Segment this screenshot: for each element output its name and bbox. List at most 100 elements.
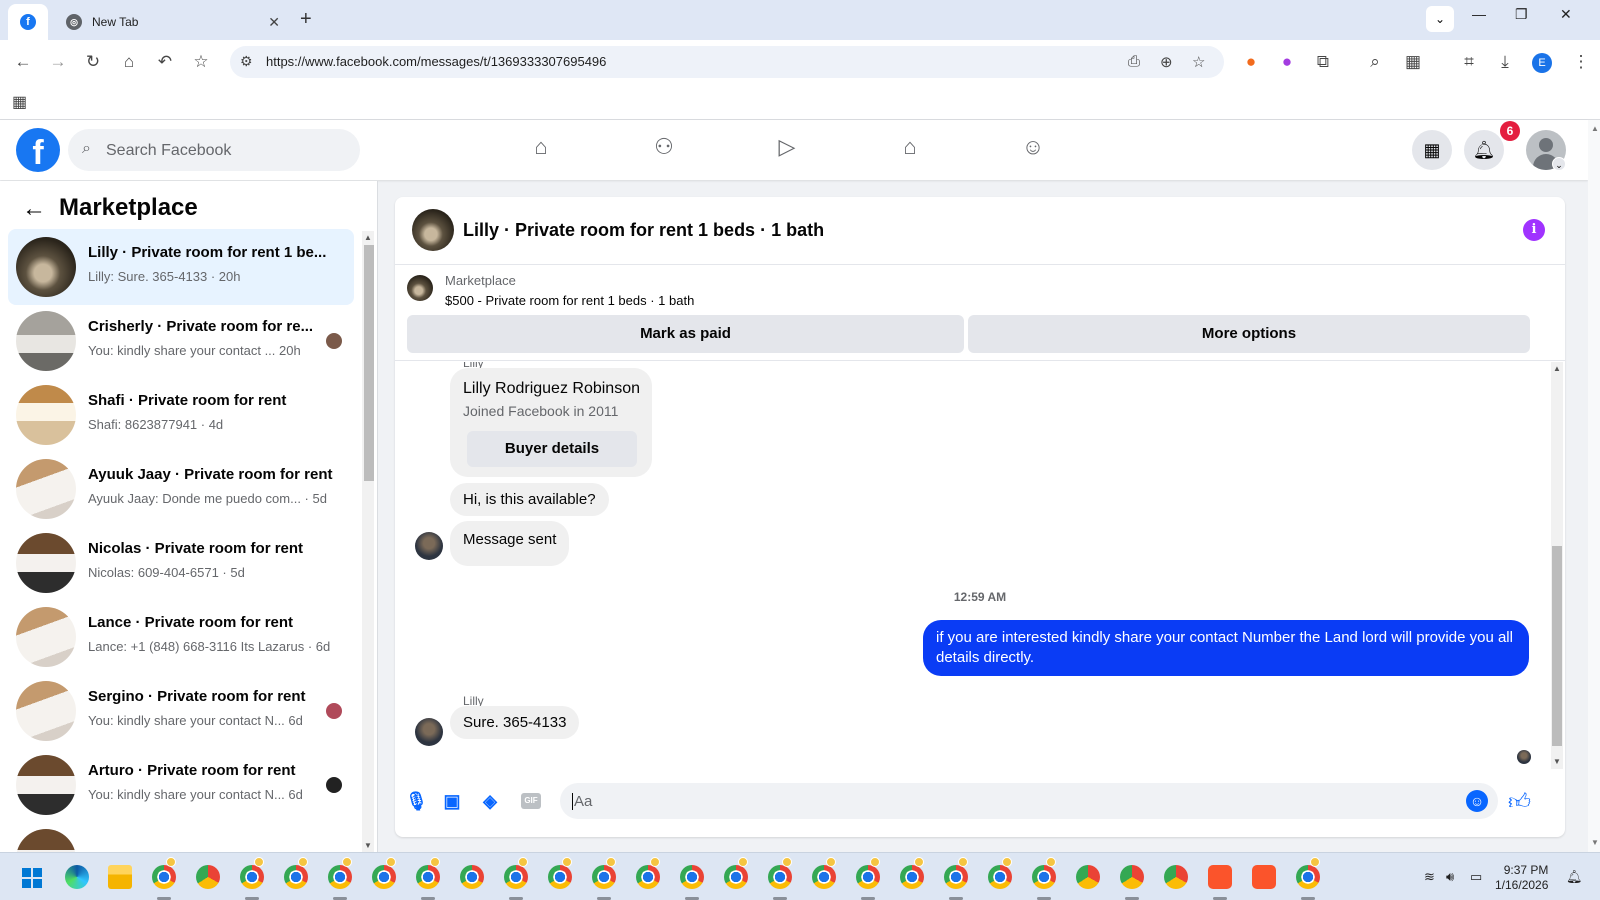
groups-nav-icon[interactable]: ☺	[1017, 134, 1049, 166]
video-nav-icon[interactable]: ▷	[771, 134, 803, 166]
bookmark-star-icon[interactable]: ☆	[190, 52, 212, 72]
chrome-app-icon[interactable]	[724, 865, 748, 889]
list-scrollbar[interactable]: ▲ ▼	[362, 231, 374, 852]
undo-icon[interactable]: ↶	[154, 52, 176, 72]
start-button[interactable]	[22, 868, 42, 888]
conversation-item[interactable]	[8, 821, 354, 852]
tab-facebook[interactable]: f	[8, 4, 48, 40]
chrome-app-icon[interactable]	[680, 865, 704, 889]
chrome-app-icon[interactable]	[856, 865, 880, 889]
back-icon[interactable]: ←	[12, 52, 34, 72]
chevron-down-icon[interactable]: ⌄	[1552, 157, 1566, 171]
message-input[interactable]: Aa ☺	[560, 783, 1498, 819]
chrome-app-icon[interactable]	[1032, 865, 1056, 889]
qr-icon[interactable]: ▦	[1402, 52, 1424, 72]
notification-bell-icon[interactable]: 🔔︎	[1566, 869, 1583, 885]
address-bar[interactable]: ⚙ https://www.facebook.com/messages/t/13…	[230, 46, 1224, 78]
marketplace-nav-icon[interactable]: ⌂	[894, 134, 926, 166]
tab-new-tab[interactable]: ◎ New Tab ✕	[56, 4, 286, 40]
minimize-button[interactable]: —	[1472, 6, 1486, 22]
emoji-icon[interactable]: ☺	[1466, 790, 1488, 812]
chrome-app-icon[interactable]	[372, 865, 396, 889]
page-scrollbar[interactable]: ▲ ▼	[1588, 120, 1600, 852]
chat-title[interactable]: Lilly · Private room for rent 1 beds · 1…	[463, 220, 824, 241]
sender-avatar[interactable]	[415, 718, 443, 746]
home-nav-icon[interactable]: ⌂	[525, 134, 557, 166]
photo-icon[interactable]: ▣	[441, 791, 463, 813]
friends-nav-icon[interactable]: ⚇	[648, 134, 680, 166]
chrome-app-icon[interactable]	[1076, 865, 1100, 889]
battery-icon[interactable]: ▭	[1470, 869, 1482, 885]
gif-icon[interactable]: GIF	[521, 793, 541, 809]
search-icon[interactable]: ⌕	[1364, 52, 1386, 72]
chrome-app-icon[interactable]	[460, 865, 484, 889]
chrome-app-icon[interactable]	[1164, 865, 1188, 889]
conversation-item[interactable]: Nicolas · Private room for rent Nicolas: …	[8, 525, 354, 601]
edge-app-icon[interactable]	[65, 865, 89, 889]
chrome-app-icon[interactable]	[1120, 865, 1144, 889]
close-tab-icon[interactable]: ✕	[268, 14, 280, 31]
reload-icon[interactable]: ↻	[82, 52, 104, 72]
menu-grid-button[interactable]: ▦	[1412, 130, 1452, 170]
volume-icon[interactable]: 🔊︎	[1446, 869, 1454, 885]
more-options-button[interactable]: More options	[968, 315, 1530, 353]
conversation-item[interactable]: Shafi · Private room for rent Shafi: 8623…	[8, 377, 354, 453]
star-icon[interactable]: ☆	[1192, 53, 1205, 71]
tab-search-button[interactable]: ⌄	[1426, 6, 1454, 32]
brave-app-icon[interactable]	[1208, 865, 1232, 889]
back-arrow-icon[interactable]: ←	[22, 195, 46, 223]
extension-purple-icon[interactable]: ●	[1276, 52, 1298, 72]
listing-thumbnail[interactable]	[407, 275, 433, 301]
chrome-app-icon[interactable]	[152, 865, 176, 889]
chrome-app-icon[interactable]	[636, 865, 660, 889]
profile-avatar[interactable]: E	[1532, 53, 1552, 73]
thread-scrollbar[interactable]: ▲ ▼	[1551, 362, 1563, 769]
wifi-icon[interactable]: ≋	[1424, 869, 1435, 885]
conversation-item[interactable]: Lance · Private room for rent Lance: +1 (…	[8, 599, 354, 675]
chat-avatar[interactable]	[412, 209, 454, 251]
zoom-icon[interactable]: ⊕	[1160, 53, 1173, 71]
chrome-app-icon[interactable]	[768, 865, 792, 889]
chrome-app-icon[interactable]	[504, 865, 528, 889]
extension-fire-icon[interactable]: ●	[1240, 52, 1262, 72]
search-input[interactable]: ⌕ Search Facebook	[68, 129, 360, 171]
conversation-item[interactable]: Ayuuk Jaay · Private room for rent Ayuuk …	[8, 451, 354, 527]
buyer-details-button[interactable]: Buyer details	[467, 431, 637, 467]
info-icon[interactable]: i	[1523, 219, 1545, 241]
install-app-icon[interactable]: ⎙	[1128, 53, 1140, 70]
restore-button[interactable]: ❐	[1515, 6, 1528, 23]
sender-avatar[interactable]	[415, 532, 443, 560]
chrome-app-icon[interactable]	[328, 865, 352, 889]
facebook-logo[interactable]: f	[16, 128, 60, 172]
chrome-app-icon[interactable]	[592, 865, 616, 889]
system-clock[interactable]: 9:37 PM 1/16/2026	[1495, 863, 1548, 893]
forward-icon[interactable]: →	[47, 52, 69, 72]
chrome-app-icon[interactable]	[812, 865, 836, 889]
like-thumb-icon[interactable]: 👍︎	[1508, 788, 1531, 815]
conversation-item[interactable]: Sergino · Private room for rent You: kind…	[8, 673, 354, 749]
chrome-app-icon[interactable]	[988, 865, 1012, 889]
conversation-item[interactable]: Lilly · Private room for rent 1 be... Lil…	[8, 229, 354, 305]
download-icon[interactable]: ⤓	[1494, 52, 1516, 72]
chrome-app-icon[interactable]	[416, 865, 440, 889]
chrome-app-icon[interactable]	[944, 865, 968, 889]
microphone-icon[interactable]: 🎙︎	[405, 791, 428, 813]
home-icon[interactable]: ⌂	[118, 52, 140, 72]
file-explorer-icon[interactable]	[108, 865, 132, 889]
close-window-button[interactable]: ✕	[1560, 6, 1572, 23]
menu-kebab-icon[interactable]: ⋮	[1570, 52, 1592, 72]
notifications-button[interactable]: 🔔︎	[1464, 130, 1504, 170]
chrome-app-icon[interactable]	[196, 865, 220, 889]
mark-as-paid-button[interactable]: Mark as paid	[407, 315, 964, 353]
chrome-app-icon[interactable]	[1296, 865, 1320, 889]
apps-grid-icon[interactable]: ▦	[12, 92, 27, 112]
chrome-app-icon[interactable]	[900, 865, 924, 889]
listing-title[interactable]: $500 - Private room for rent 1 beds · 1 …	[445, 293, 694, 308]
brave-app-icon[interactable]	[1252, 865, 1276, 889]
site-info-icon[interactable]: ⚙	[240, 53, 253, 70]
new-tab-button[interactable]: +	[300, 8, 312, 31]
crop-icon[interactable]: ⌗	[1458, 52, 1480, 72]
sticker-icon[interactable]: ◈	[479, 791, 501, 813]
chrome-app-icon[interactable]	[548, 865, 572, 889]
extensions-puzzle-icon[interactable]: ⧉	[1312, 52, 1334, 72]
